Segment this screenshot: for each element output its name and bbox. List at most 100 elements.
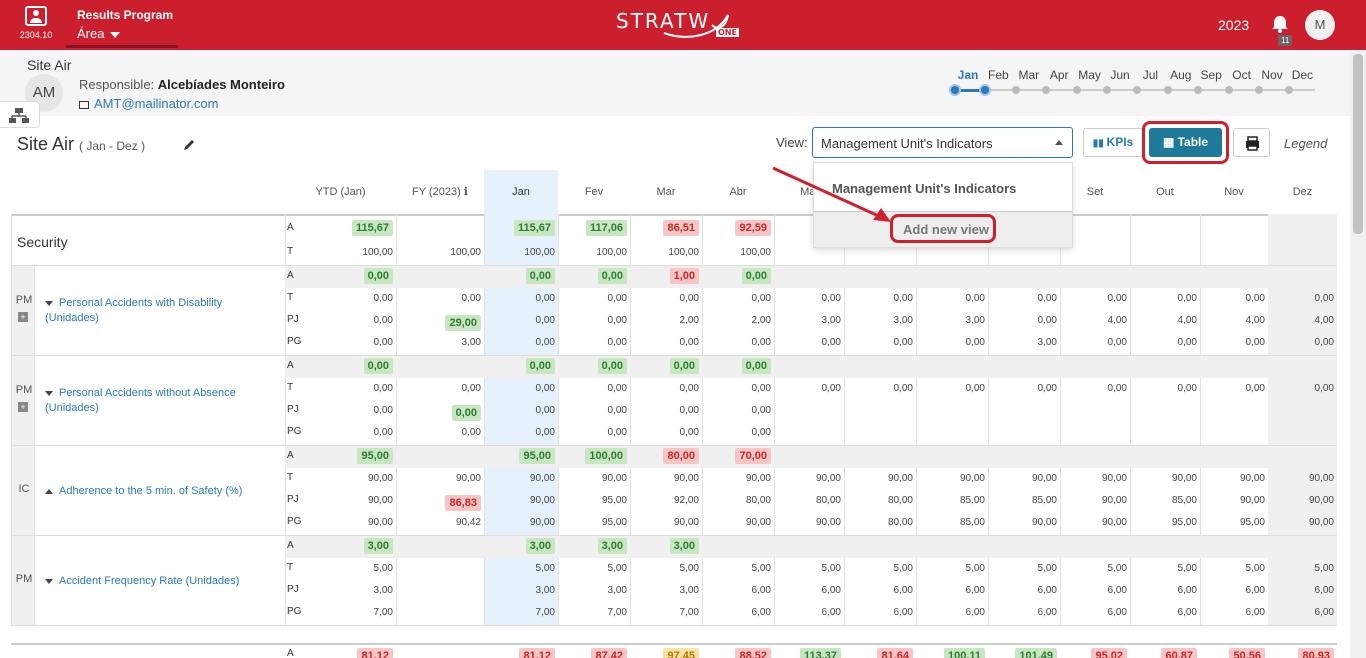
timeline-month-oct[interactable]: Oct [1227,68,1257,82]
table-cell[interactable]: 90,00 [1268,517,1334,528]
table-cell[interactable]: 5,00 [916,563,985,574]
table-cell[interactable]: 0,00 [484,358,555,374]
table-cell[interactable]: 6,00 [916,607,985,618]
table-cell[interactable]: 88,52 [702,648,771,658]
table-cell[interactable]: 80,00 [844,517,913,528]
table-cell[interactable]: 100,00 [702,247,771,258]
table-cell[interactable]: 0,00 [1060,383,1127,394]
table-cell[interactable]: 0,00 [630,383,699,394]
table-cell[interactable]: 50,56 [1200,648,1265,658]
table-cell[interactable]: 4,00 [1060,315,1127,326]
table-cell[interactable]: 2,00 [630,315,699,326]
table-cell[interactable]: 90,00 [396,473,481,484]
table-cell[interactable]: 0,00 [988,383,1057,394]
table-cell[interactable]: 7,00 [285,607,393,618]
table-cell[interactable]: 0,00 [285,405,393,416]
timeline-dot[interactable] [949,84,961,96]
year-label[interactable]: 2023 [1218,17,1249,33]
table-cell[interactable]: 0,00 [558,427,627,438]
table-cell[interactable]: 6,00 [1130,585,1197,596]
email-link[interactable]: AMT@mailinator.com [79,96,218,111]
table-cell[interactable]: 1,00 [630,268,699,284]
table-cell[interactable]: 7,00 [630,607,699,618]
timeline-month-feb[interactable]: Feb [983,68,1013,82]
table-cell[interactable]: 0,00 [774,337,841,348]
table-cell[interactable]: 90,00 [1130,473,1197,484]
table-cell[interactable]: 6,00 [844,607,913,618]
table-cell[interactable]: 0,00 [484,315,555,326]
table-cell[interactable]: 0,00 [630,337,699,348]
table-cell[interactable]: 3,00 [916,315,985,326]
table-cell[interactable]: 0,00 [702,293,771,304]
table-cell[interactable]: 90,00 [285,517,393,528]
table-cell[interactable]: 3,00 [396,337,481,348]
table-cell[interactable]: 0,00 [558,268,627,284]
table-cell[interactable]: 90,00 [484,495,555,506]
table-cell[interactable]: 6,00 [916,585,985,596]
scrollbar-thumb[interactable] [1353,54,1363,234]
table-cell[interactable]: 95,02 [1060,648,1127,658]
table-cell[interactable]: 90,00 [484,473,555,484]
table-cell[interactable]: 85,00 [916,495,985,506]
table-cell[interactable]: 0,00 [285,268,393,284]
table-cell[interactable]: 6,00 [1060,607,1127,618]
table-cell[interactable]: 6,00 [1200,607,1265,618]
table-cell[interactable]: 117,06 [558,220,627,236]
table-cell[interactable]: 3,00 [285,585,393,596]
table-cell[interactable]: 0,00 [558,293,627,304]
table-cell[interactable]: 5,00 [702,563,771,574]
table-cell[interactable]: 100,00 [558,247,627,258]
table-cell[interactable]: 115,67 [484,220,555,236]
table-cell[interactable]: 92,59 [702,220,771,236]
table-cell[interactable]: 29,00 [396,315,481,331]
table-cell[interactable]: 0,00 [396,383,481,394]
table-cell[interactable]: 7,00 [558,607,627,618]
table-cell[interactable]: 90,00 [1060,473,1127,484]
table-cell[interactable]: 0,00 [484,427,555,438]
table-cell[interactable]: 90,00 [285,495,393,506]
table-cell[interactable]: 0,00 [558,358,627,374]
table-cell[interactable]: 0,00 [774,293,841,304]
table-cell[interactable]: 0,00 [702,405,771,416]
notifications-button[interactable]: 11 [1270,14,1293,46]
table-cell[interactable]: 0,00 [1130,293,1197,304]
table-cell[interactable]: 0,00 [702,358,771,374]
table-cell[interactable]: 0,00 [630,427,699,438]
table-cell[interactable]: 0,00 [702,268,771,284]
table-cell[interactable]: 0,00 [1060,293,1127,304]
table-cell[interactable]: 81,12 [484,648,555,658]
timeline-month-sep[interactable]: Sep [1196,68,1226,82]
table-cell[interactable]: 0,00 [558,337,627,348]
table-cell[interactable]: 0,00 [630,405,699,416]
table-cell[interactable]: 6,00 [1268,585,1334,596]
table-cell[interactable]: 0,00 [285,293,393,304]
table-cell[interactable]: 3,00 [484,585,555,596]
table-cell[interactable]: 0,00 [396,405,481,421]
table-cell[interactable]: 3,00 [630,585,699,596]
table-cell[interactable]: 0,00 [558,383,627,394]
table-cell[interactable]: 6,00 [1268,607,1334,618]
table-cell[interactable]: 85,00 [1130,495,1197,506]
table-cell[interactable]: 95,00 [558,517,627,528]
table-cell[interactable]: 5,00 [774,563,841,574]
table-cell[interactable]: 90,00 [1268,473,1334,484]
table-cell[interactable]: 0,00 [396,427,481,438]
table-cell[interactable]: 60,87 [1130,648,1197,658]
table-cell[interactable]: 0,00 [1268,293,1334,304]
table-cell[interactable]: 0,00 [916,337,985,348]
table-cell[interactable]: 6,00 [844,585,913,596]
table-cell[interactable]: 0,00 [484,268,555,284]
hierarchy-button[interactable] [0,101,40,128]
print-button[interactable] [1233,128,1270,157]
table-cell[interactable]: 0,00 [396,293,481,304]
timeline-month-aug[interactable]: Aug [1166,68,1196,82]
table-cell[interactable]: 2,00 [702,315,771,326]
timeline-month-jun[interactable]: Jun [1105,68,1135,82]
indicator-name[interactable]: Personal Accidents without Absence (Unid… [45,386,245,416]
table-cell[interactable]: 90,00 [702,473,771,484]
table-cell[interactable]: 0,00 [484,337,555,348]
table-cell[interactable]: 100,11 [916,648,985,658]
table-cell[interactable]: 0,00 [1200,337,1265,348]
table-cell[interactable]: 0,00 [1268,337,1334,348]
table-cell[interactable]: 0,00 [1200,293,1265,304]
